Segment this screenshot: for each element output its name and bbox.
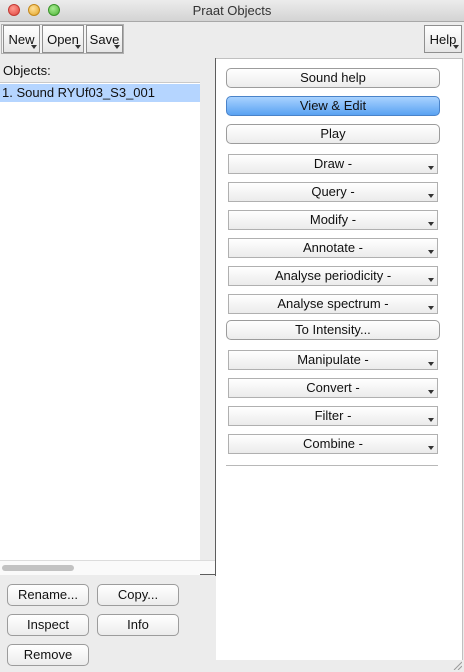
scrollbar-thumb[interactable] <box>2 565 74 571</box>
copy-button[interactable]: Copy... <box>97 584 179 606</box>
panel-separator <box>226 465 438 466</box>
dropdown-arrow-icon <box>428 362 434 366</box>
view-edit-button[interactable]: View & Edit <box>226 96 440 116</box>
dropdown-arrow-icon <box>428 306 434 310</box>
list-item[interactable]: 1. Sound RYUf03_S3_001 <box>0 84 200 102</box>
dropdown-arrow-icon <box>428 250 434 254</box>
annotate-menu-label: Annotate - <box>303 240 363 255</box>
sound-help-button[interactable]: Sound help <box>226 68 440 88</box>
resize-grip-icon[interactable] <box>452 660 462 670</box>
modify-menu-label: Modify - <box>309 212 357 227</box>
open-menu-button[interactable]: Open <box>42 25 84 53</box>
dropdown-arrow-icon <box>428 194 434 198</box>
convert-menu[interactable]: Convert - <box>228 378 438 398</box>
analyse-periodicity-menu-label: Analyse periodicity - <box>274 268 392 283</box>
dropdown-arrow-icon <box>428 278 434 282</box>
remove-button[interactable]: Remove <box>7 644 89 666</box>
new-menu-button[interactable]: New <box>3 25 40 53</box>
window-title: Praat Objects <box>192 3 272 18</box>
combine-menu[interactable]: Combine - <box>228 434 438 454</box>
horizontal-scrollbar[interactable] <box>0 560 216 575</box>
analyse-spectrum-menu-label: Analyse spectrum - <box>277 296 389 311</box>
dropdown-arrow-icon <box>31 45 37 49</box>
annotate-menu[interactable]: Annotate - <box>228 238 438 258</box>
filter-menu-label: Filter - <box>314 408 352 423</box>
dropdown-arrow-icon <box>75 45 81 49</box>
dropdown-arrow-icon <box>428 390 434 394</box>
manipulate-menu-label: Manipulate - <box>297 352 369 367</box>
inspect-button[interactable]: Inspect <box>7 614 89 636</box>
dropdown-arrow-icon <box>428 418 434 422</box>
modify-menu[interactable]: Modify - <box>228 210 438 230</box>
draw-menu-label: Draw - <box>313 156 353 171</box>
objects-label: Objects: <box>3 63 51 78</box>
dropdown-arrow-icon <box>428 166 434 170</box>
analyse-periodicity-menu[interactable]: Analyse periodicity - <box>228 266 438 286</box>
objects-list[interactable]: 1. Sound RYUf03_S3_001 <box>0 82 200 571</box>
pane-divider-corner <box>200 574 216 575</box>
dropdown-arrow-icon <box>428 222 434 226</box>
dropdown-arrow-icon <box>453 45 459 49</box>
draw-menu[interactable]: Draw - <box>228 154 438 174</box>
dropdown-arrow-icon <box>428 446 434 450</box>
info-button[interactable]: Info <box>97 614 179 636</box>
rename-button[interactable]: Rename... <box>7 584 89 606</box>
query-menu-label: Query - <box>311 184 355 199</box>
analyse-spectrum-menu[interactable]: Analyse spectrum - <box>228 294 438 314</box>
convert-menu-label: Convert - <box>306 380 360 395</box>
combine-menu-label: Combine - <box>303 436 363 451</box>
play-button[interactable]: Play <box>226 124 440 144</box>
action-panel: Sound help View & Edit Play Draw - Query… <box>216 58 463 660</box>
dropdown-arrow-icon <box>114 45 120 49</box>
filter-menu[interactable]: Filter - <box>228 406 438 426</box>
help-menu-button[interactable]: Help <box>424 25 462 53</box>
query-menu[interactable]: Query - <box>228 182 438 202</box>
to-intensity-button[interactable]: To Intensity... <box>226 320 440 340</box>
save-menu-button[interactable]: Save <box>86 25 123 53</box>
manipulate-menu[interactable]: Manipulate - <box>228 350 438 370</box>
title-bar: Praat Objects <box>0 0 464 22</box>
